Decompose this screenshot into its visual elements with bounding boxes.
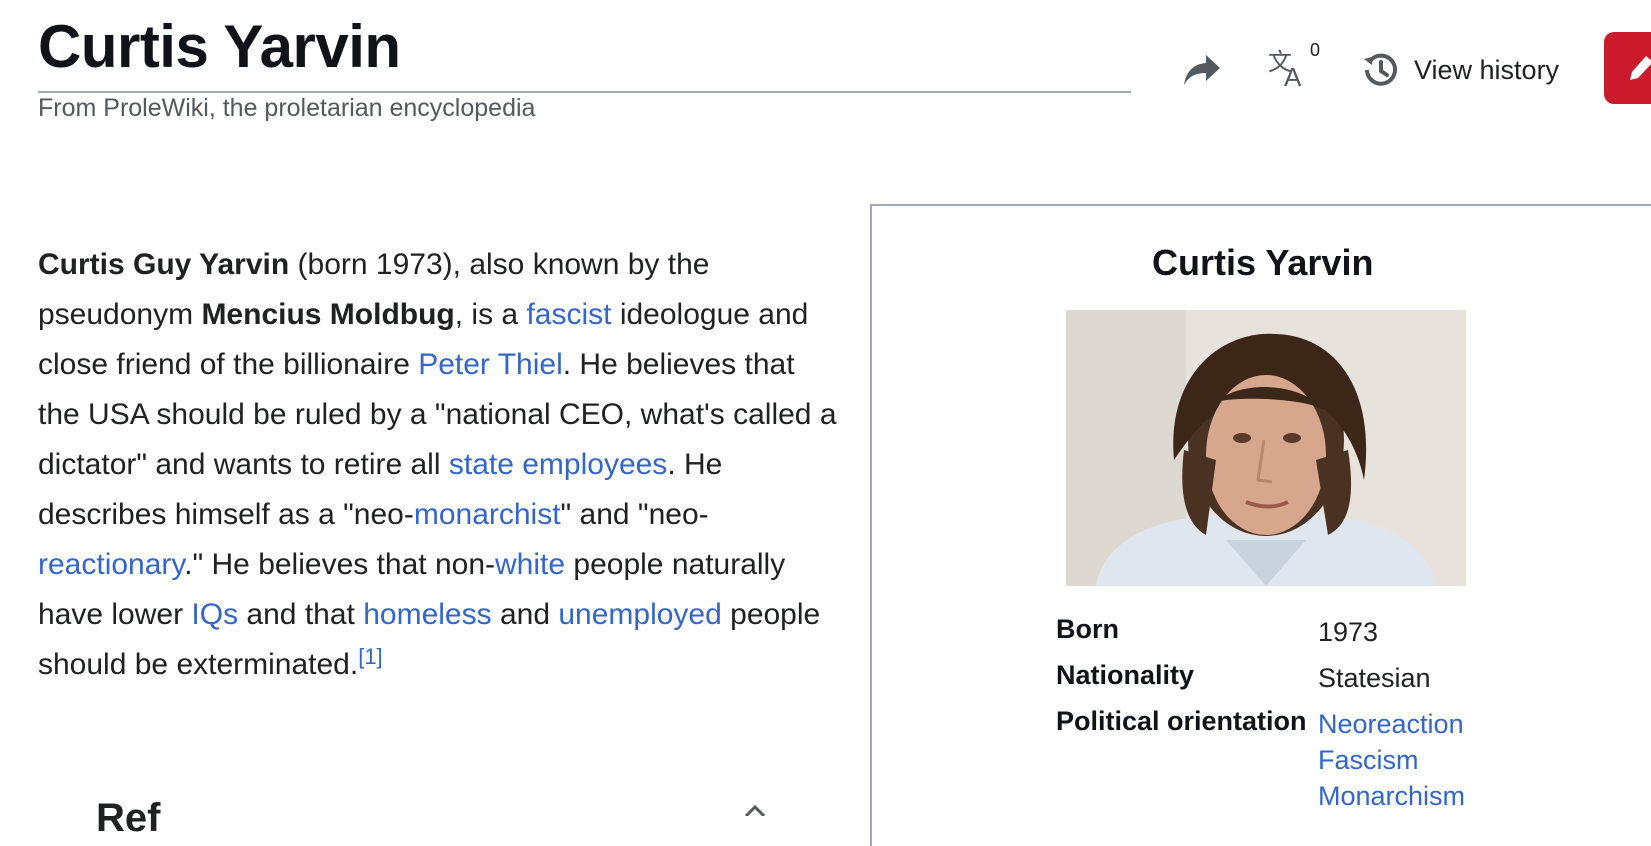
references-heading: Ref (96, 796, 161, 840)
link-unemployed[interactable]: unemployed (558, 598, 721, 631)
link-fascism[interactable]: Fascism (1318, 742, 1465, 778)
intro-text: and (491, 598, 559, 631)
view-history-button[interactable]: View history (1362, 48, 1559, 92)
infobox-title: Curtis Yarvin (1152, 242, 1374, 283)
link-state-employees[interactable]: state employees (449, 448, 667, 481)
site-tagline: From ProleWiki, the proletarian encyclop… (38, 94, 536, 122)
row-value-links: Neoreaction Fascism Monarchism (1318, 706, 1465, 814)
pencil-icon (1630, 56, 1651, 80)
link-monarchist[interactable]: monarchist (414, 498, 561, 531)
link-monarchism[interactable]: Monarchism (1318, 778, 1465, 814)
row-value: 1973 (1318, 617, 1379, 647)
link-iqs[interactable]: IQs (191, 598, 238, 631)
history-clock-icon (1364, 53, 1397, 86)
infobox: Curtis Yarvin Born 1973 Nationality Stat… (870, 204, 1651, 846)
link-peter-thiel[interactable]: Peter Thiel (418, 348, 563, 381)
pseudonym: Mencius Moldbug (201, 298, 455, 331)
link-homeless[interactable]: homeless (363, 598, 491, 631)
edit-button[interactable] (1604, 32, 1651, 104)
intro-text: " and "neo- (560, 498, 709, 531)
share-button[interactable] (1180, 48, 1224, 92)
language-button[interactable]: 文 A 0 (1268, 40, 1324, 92)
intro-text: , is a (454, 298, 527, 331)
translate-icon: 文 A (1268, 48, 1302, 88)
row-label: Political orientation (1056, 706, 1307, 736)
view-history-label: View history (1414, 54, 1560, 85)
link-neoreaction[interactable]: Neoreaction (1318, 706, 1465, 742)
intro-paragraph: Curtis Guy Yarvin (born 1973), also know… (38, 240, 838, 690)
row-label: Nationality (1056, 660, 1195, 690)
subject-name: Curtis Guy Yarvin (38, 248, 290, 281)
language-count: 0 (1310, 40, 1321, 60)
chevron-up-icon[interactable] (744, 804, 766, 816)
intro-text: and that (238, 598, 364, 631)
svg-text:A: A (1284, 62, 1302, 88)
link-reactionary[interactable]: reactionary (38, 548, 184, 581)
page-title: Curtis Yarvin (38, 13, 401, 80)
link-fascist[interactable]: fascist (526, 298, 611, 331)
row-label: Born (1056, 614, 1119, 644)
row-value: Statesian (1318, 663, 1431, 693)
portrait-image (1066, 310, 1466, 586)
title-divider (38, 91, 1131, 93)
reference-link[interactable]: [1] (358, 644, 382, 669)
link-white[interactable]: white (495, 548, 565, 581)
share-arrow-icon (1184, 55, 1220, 85)
intro-text: ." He believes that non- (184, 548, 496, 581)
